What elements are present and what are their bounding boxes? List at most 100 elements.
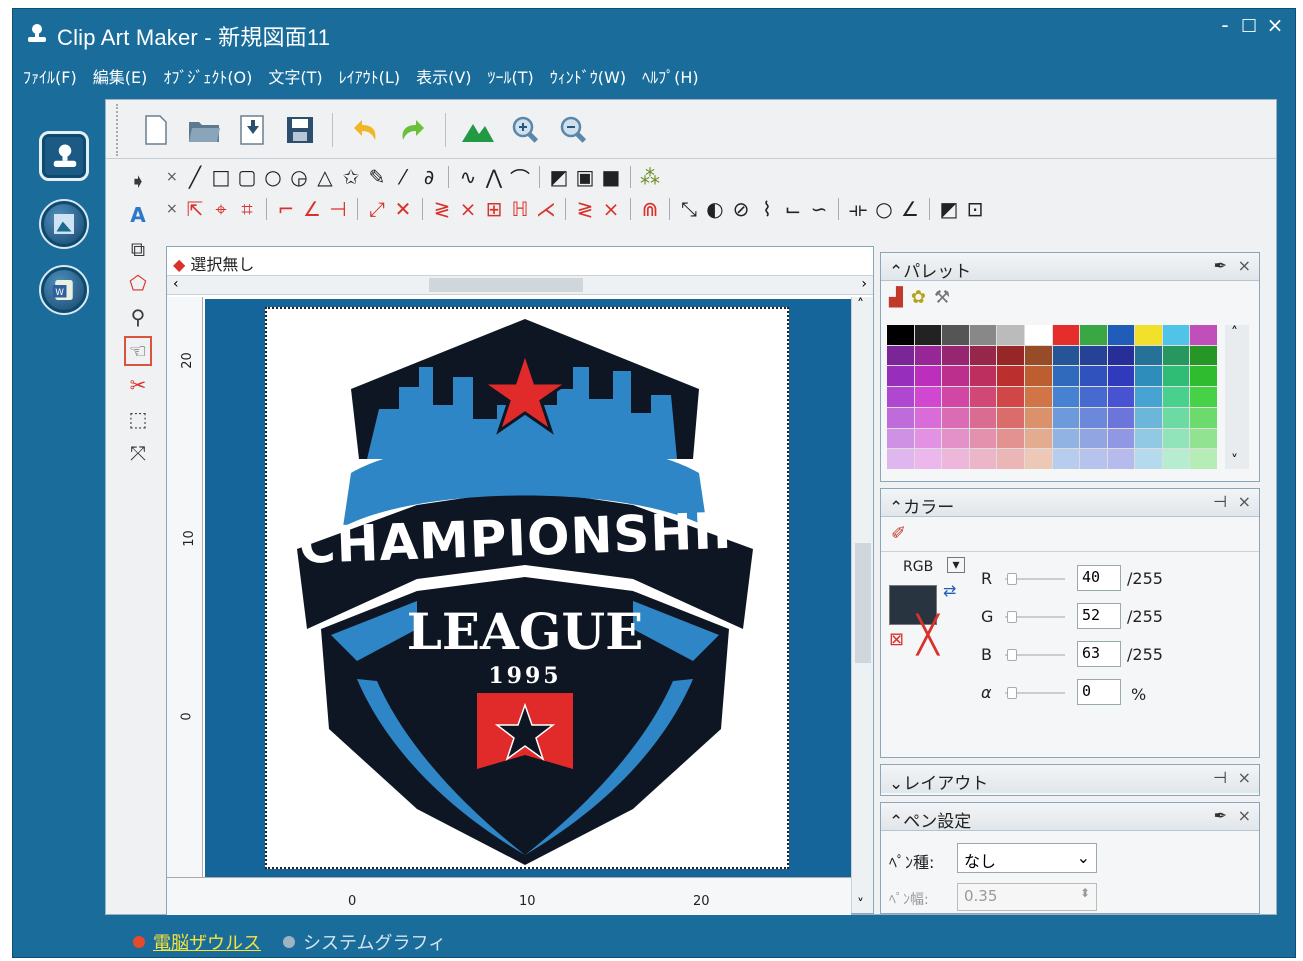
cut-node-tool[interactable]: ✕ bbox=[392, 197, 414, 221]
color-swatch[interactable] bbox=[914, 325, 942, 345]
red-value-input[interactable]: 40 bbox=[1077, 565, 1121, 591]
ellipse-tool[interactable]: ○ bbox=[262, 165, 284, 189]
color-swatch[interactable] bbox=[1080, 428, 1107, 449]
resize-tool[interactable]: ⤧ bbox=[122, 436, 154, 470]
minimize-button[interactable]: - bbox=[1213, 13, 1237, 37]
pin-icon[interactable]: ⊣ bbox=[1213, 768, 1227, 787]
pen-width-input[interactable]: 0.35 ⬍ bbox=[957, 883, 1097, 911]
color-swatch[interactable] bbox=[1024, 345, 1052, 366]
menu-layout[interactable]: ﾚｲｱｳﾄ(L) bbox=[339, 64, 400, 88]
toolbar-close-icon[interactable]: × bbox=[166, 169, 180, 185]
menu-file[interactable]: ﾌｧｲﾙ(F) bbox=[23, 64, 77, 88]
color-swatch[interactable] bbox=[887, 428, 914, 449]
color-swatch[interactable] bbox=[1052, 387, 1080, 407]
color-swatch[interactable] bbox=[1107, 387, 1135, 407]
color-swatch[interactable] bbox=[1162, 449, 1190, 469]
color-swatch[interactable] bbox=[942, 345, 969, 366]
color-swatch[interactable] bbox=[1190, 325, 1217, 345]
curve-tool[interactable]: ∿ bbox=[457, 165, 479, 189]
color-swatch[interactable] bbox=[887, 325, 914, 345]
color-swatch[interactable] bbox=[887, 366, 914, 387]
color-swatch[interactable] bbox=[969, 449, 997, 469]
color-swatch[interactable] bbox=[1024, 325, 1052, 345]
color-swatch[interactable] bbox=[1024, 366, 1052, 387]
palette-wrench-icon[interactable]: ⚒ bbox=[934, 287, 950, 308]
smooth-tool[interactable]: ≷ bbox=[431, 197, 453, 221]
color-swatch[interactable] bbox=[1162, 366, 1190, 387]
color-swatch[interactable] bbox=[1190, 449, 1217, 469]
color-swatch[interactable] bbox=[1135, 449, 1162, 469]
pen-panel-header[interactable]: ⌃ペン設定 ✒ × bbox=[881, 803, 1259, 832]
node-delete-tool[interactable]: ⌗ bbox=[236, 197, 258, 221]
color-swatch[interactable] bbox=[1107, 428, 1135, 449]
menu-window[interactable]: ｳｨﾝﾄﾞｳ(W) bbox=[550, 64, 626, 88]
panel-close-icon[interactable]: × bbox=[1238, 768, 1251, 787]
color-swatch[interactable] bbox=[914, 407, 942, 428]
color-swatch[interactable] bbox=[914, 387, 942, 407]
color-swatch[interactable] bbox=[997, 449, 1024, 469]
shadow-tool[interactable]: ■ bbox=[600, 165, 622, 189]
pattern-tool[interactable]: ⁂ bbox=[639, 165, 661, 189]
menu-help[interactable]: ﾍﾙﾌﾟ(H) bbox=[642, 64, 699, 88]
wave-tool[interactable]: ∽ bbox=[808, 197, 830, 221]
color-swatch[interactable] bbox=[969, 325, 997, 345]
triangle-tool[interactable]: △ bbox=[314, 165, 336, 189]
color-swatch[interactable] bbox=[914, 428, 942, 449]
edit-node-tool[interactable]: ⬠ bbox=[122, 266, 154, 300]
scroll-up-icon[interactable]: ˄ bbox=[857, 297, 864, 313]
vertical-scrollbar[interactable]: ˄ ˅ bbox=[851, 297, 873, 913]
color-swatch[interactable] bbox=[997, 387, 1024, 407]
color-swatch[interactable] bbox=[942, 366, 969, 387]
color-swatch[interactable] bbox=[1024, 407, 1052, 428]
color-swatch[interactable] bbox=[942, 428, 969, 449]
layout-panel-header[interactable]: ⌄レイアウト ⊣ × bbox=[881, 765, 1259, 794]
color-swatch[interactable] bbox=[1135, 325, 1162, 345]
color-swatch[interactable] bbox=[969, 366, 997, 387]
color-swatch[interactable] bbox=[1052, 449, 1080, 469]
red-slider[interactable] bbox=[1005, 573, 1065, 585]
bezier-tool[interactable]: ⋀ bbox=[483, 165, 505, 189]
alpha-value-input[interactable]: 0 bbox=[1077, 679, 1121, 705]
hook-tool[interactable]: ⌙ bbox=[782, 197, 804, 221]
color-swatch[interactable] bbox=[1080, 449, 1107, 469]
color-swatch[interactable] bbox=[1024, 387, 1052, 407]
color-swatch[interactable] bbox=[997, 325, 1024, 345]
spline-tool[interactable]: ⋌ bbox=[535, 197, 557, 221]
color-swatch[interactable] bbox=[1024, 449, 1052, 469]
color-swatch[interactable] bbox=[1080, 407, 1107, 428]
cross-tool[interactable]: ⨯ bbox=[457, 197, 479, 221]
transparent-color-icon[interactable]: ╳ bbox=[917, 615, 939, 656]
eyedropper-icon[interactable]: ✐ bbox=[891, 523, 906, 544]
color-swatch[interactable] bbox=[942, 407, 969, 428]
clipart-maker-app-button[interactable] bbox=[39, 131, 89, 181]
menu-edit[interactable]: 編集(E) bbox=[93, 64, 148, 88]
horizontal-scrollbar[interactable]: ‹ › bbox=[167, 275, 873, 295]
color-swatch[interactable] bbox=[1107, 407, 1135, 428]
arc-tool[interactable]: ◶ bbox=[288, 165, 310, 189]
circle-tool[interactable]: ○ bbox=[873, 197, 895, 221]
color-swatch[interactable] bbox=[1080, 345, 1107, 366]
color-swatch[interactable] bbox=[1190, 345, 1217, 366]
color-mode-dropdown-icon[interactable]: ▾ bbox=[947, 557, 965, 573]
scroll-left-icon[interactable]: ‹ bbox=[173, 276, 179, 292]
merge-tool[interactable]: ≷ bbox=[574, 197, 596, 221]
fill-tool[interactable]: ▣ bbox=[574, 165, 596, 189]
no-color-icon[interactable]: ⊠ bbox=[889, 629, 904, 650]
join-tool[interactable]: ⤢ bbox=[366, 197, 388, 221]
import-button[interactable] bbox=[232, 110, 272, 150]
color-swatch[interactable] bbox=[1080, 366, 1107, 387]
color-swatch[interactable] bbox=[1162, 325, 1190, 345]
zoom-in-button[interactable] bbox=[506, 110, 546, 150]
image-tool-button[interactable] bbox=[458, 110, 498, 150]
pin-icon[interactable]: ⊣ bbox=[1213, 492, 1227, 511]
image-app-button[interactable] bbox=[39, 199, 89, 249]
canvas[interactable]: CHAMPIONSHIP LEAGUE 1995 bbox=[205, 299, 851, 877]
color-swatch[interactable] bbox=[1052, 325, 1080, 345]
color-swatch[interactable] bbox=[942, 325, 969, 345]
color-swatch[interactable] bbox=[887, 345, 914, 366]
maximize-button[interactable]: □ bbox=[1237, 15, 1261, 35]
blue-value-input[interactable]: 63 bbox=[1077, 641, 1121, 667]
color-swatch[interactable] bbox=[1135, 407, 1162, 428]
menu-object[interactable]: ｵﾌﾞｼﾞｪｸﾄ(O) bbox=[163, 64, 252, 88]
swap-colors-icon[interactable]: ⇄ bbox=[943, 581, 956, 600]
